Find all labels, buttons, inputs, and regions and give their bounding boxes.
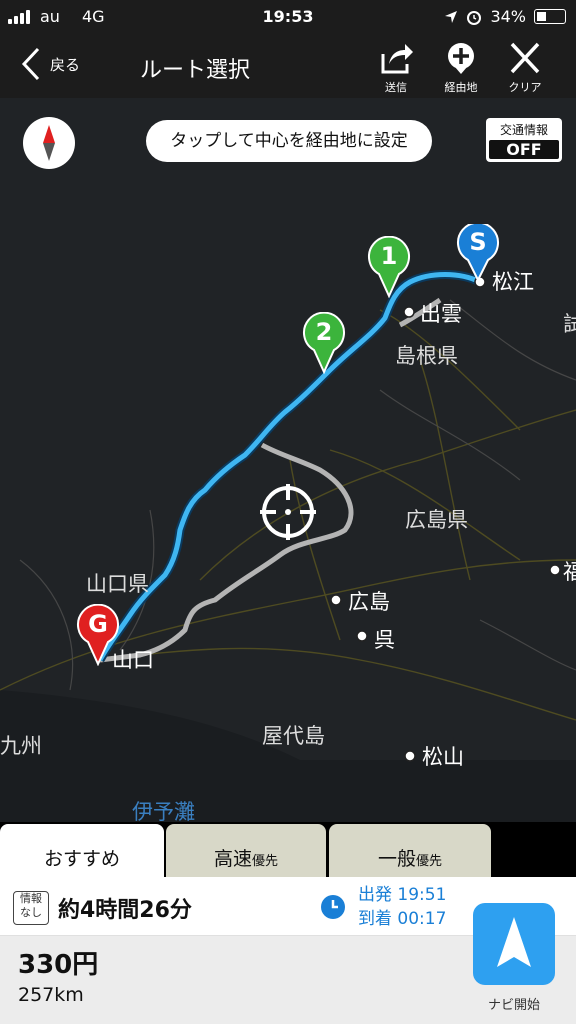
clear-label: クリア xyxy=(508,81,542,94)
back-button[interactable]: 戻る xyxy=(20,46,80,82)
map-label-matsuyama: 松山 xyxy=(422,745,464,769)
traffic-label: 交通情報 xyxy=(499,123,548,137)
depart-label: 出発 xyxy=(358,885,392,905)
tab-local-road[interactable]: 一般優先 xyxy=(329,824,491,877)
tab-highway-label: 高速 xyxy=(213,848,252,870)
arrive-time: 00:17 xyxy=(397,909,447,929)
close-icon xyxy=(510,42,540,74)
battery-percent: 34% xyxy=(490,7,526,26)
nav-bar: 戻る ルート選択 送信 経由地 クリア xyxy=(0,34,576,98)
waypoint-2-label: 2 xyxy=(315,318,333,346)
tab-local-road-suffix: 優先 xyxy=(416,854,443,869)
traffic-toggle[interactable]: 交通情報 OFF xyxy=(486,118,562,162)
map-canvas xyxy=(0,270,576,824)
location-arrow-icon xyxy=(445,10,458,23)
tab-local-road-label: 一般 xyxy=(377,848,416,870)
compass-button[interactable] xyxy=(23,117,75,169)
map-label-hiroshima-pref: 広島県 xyxy=(405,508,468,532)
status-bar: au 4G 19:53 34% xyxy=(0,0,576,34)
tab-highway-suffix: 優先 xyxy=(252,854,279,869)
start-marker-label: S xyxy=(469,228,487,256)
goal-marker-label: G xyxy=(88,610,108,638)
goal-marker[interactable]: G xyxy=(76,603,120,667)
send-label: 送信 xyxy=(385,81,407,94)
add-waypoint-icon xyxy=(448,43,474,74)
map-label-iyonada: 伊予灘 xyxy=(132,800,195,824)
chevron-up-icon[interactable] xyxy=(60,826,100,842)
page-title: ルート選択 xyxy=(140,58,251,83)
depart-time: 19:51 xyxy=(397,885,447,905)
waypoint-button[interactable]: 経由地 xyxy=(431,40,491,95)
map-label-right-edge: 試 xyxy=(563,312,576,336)
arrive-label: 到着 xyxy=(358,909,392,929)
start-marker[interactable]: S xyxy=(456,221,500,283)
waypoint-1-marker[interactable]: 1 xyxy=(367,235,411,299)
clock-icon xyxy=(321,895,345,919)
map-label-kyushu: 九州 xyxy=(0,734,42,758)
route-distance: 257km xyxy=(18,984,84,1006)
map-label-yamaguchi-pref: 山口県 xyxy=(86,572,149,596)
traffic-info-badge: 情報 なし xyxy=(13,891,49,925)
map-label-yashirojima: 屋代島 xyxy=(262,724,325,748)
route-fare: 330円 xyxy=(18,950,99,980)
navigation-arrow-icon xyxy=(497,917,531,967)
traffic-value: OFF xyxy=(489,140,559,159)
map-view[interactable]: 松江 出雲 島根県 広島県 山口県 山口 広島 呉 屋代島 松山 九州 伊予灘 … xyxy=(0,98,576,824)
tab-recommended-label: おすすめ xyxy=(43,848,120,870)
start-navigation-button[interactable] xyxy=(473,903,555,985)
map-label-kure: 呉 xyxy=(374,628,395,652)
map-label-shimane: 島根県 xyxy=(395,344,458,368)
compass-icon xyxy=(43,125,55,161)
share-icon xyxy=(381,44,413,74)
map-center-reticle-icon xyxy=(260,484,316,540)
battery-icon xyxy=(534,9,566,24)
tab-highway[interactable]: 高速優先 xyxy=(166,824,326,877)
map-label-izumo: 出雲 xyxy=(420,302,462,326)
send-button[interactable]: 送信 xyxy=(366,40,426,95)
tap-hint-button[interactable]: タップして中心を経由地に設定 xyxy=(146,120,432,162)
alarm-icon xyxy=(467,10,482,25)
info-badge-line1: 情報 xyxy=(20,892,42,905)
info-badge-line2: なし xyxy=(20,906,42,919)
route-duration: 約4時間26分 xyxy=(58,898,192,923)
route-times: 出発 19:51 到着 00:17 xyxy=(358,883,446,931)
clear-button[interactable]: クリア xyxy=(495,40,555,95)
waypoint-1-label: 1 xyxy=(380,242,398,270)
map-label-hiroshima: 広島 xyxy=(348,590,390,614)
back-label: 戻る xyxy=(50,55,81,74)
map-label-fuku: 福 xyxy=(563,560,576,584)
chevron-left-icon xyxy=(21,47,40,81)
start-navigation-label: ナビ開始 xyxy=(487,998,540,1013)
waypoint-2-marker[interactable]: 2 xyxy=(302,311,346,375)
waypoint-label: 経由地 xyxy=(444,81,478,94)
